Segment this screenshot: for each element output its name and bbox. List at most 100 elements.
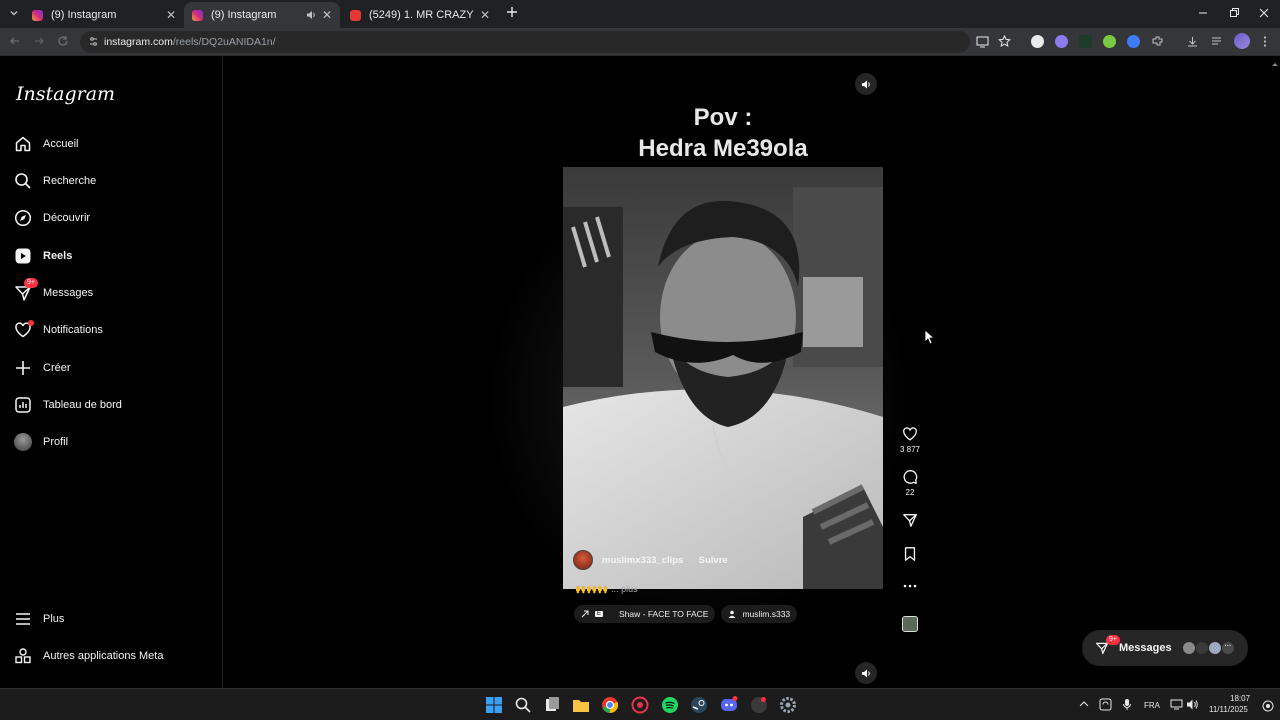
nav-item-reels[interactable]: Reels xyxy=(14,242,209,270)
tab-search-icon[interactable] xyxy=(8,7,20,19)
clock-date[interactable]: 11/11/2025 xyxy=(1209,705,1248,714)
save-action[interactable] xyxy=(897,546,923,562)
browser-tab-3[interactable]: (5249) 1. MR CRAZY - COMBAT ✕ xyxy=(342,2,498,28)
back-icon[interactable] xyxy=(8,34,22,48)
download-icon[interactable] xyxy=(1186,35,1199,48)
extension-icon[interactable] xyxy=(1055,35,1068,48)
messages-badge: 9+ xyxy=(1106,635,1120,645)
nav-item-profil[interactable]: Profil xyxy=(14,428,209,456)
new-tab-icon[interactable] xyxy=(505,5,519,19)
mute-toggle-bottom[interactable] xyxy=(855,662,877,684)
scroll-up-icon[interactable] xyxy=(1270,60,1280,68)
extension-icon[interactable] xyxy=(1103,35,1116,48)
nav-label: Découvrir xyxy=(43,212,91,224)
messages-floating-button[interactable]: 9+ Messages ··· xyxy=(1082,630,1248,666)
reel-video[interactable] xyxy=(563,167,883,589)
browser-tab-1[interactable]: (9) Instagram ✕ xyxy=(24,2,184,28)
audio-label: Shaw - FACE TO FACE xyxy=(619,609,709,619)
tab-close-icon[interactable]: ✕ xyxy=(480,8,490,22)
address-bar[interactable]: instagram.com/reels/DQ2uANIDA1n/ xyxy=(80,31,1011,53)
more-menu-icon[interactable] xyxy=(1262,35,1268,48)
steam-icon[interactable] xyxy=(690,696,708,714)
tab-close-icon[interactable]: ✕ xyxy=(166,8,176,22)
file-explorer-icon[interactable] xyxy=(572,696,590,714)
profile-avatar[interactable] xyxy=(1234,33,1250,49)
nav-item-plus[interactable]: Plus xyxy=(14,605,209,633)
extension-icon[interactable] xyxy=(1127,35,1140,48)
close-window-icon[interactable] xyxy=(1257,6,1271,20)
nav-item-tableau-de-bord[interactable]: Tableau de bord xyxy=(14,391,209,419)
sync-icon[interactable] xyxy=(1099,698,1112,711)
site-info-icon[interactable] xyxy=(88,36,99,47)
reel-audio-row: E Shaw - FACE TO FACE muslim.s333 xyxy=(574,605,798,623)
nav-label: Messages xyxy=(43,287,94,299)
menu-icon xyxy=(16,613,30,625)
browser-toolbar: instagram.com/reels/DQ2uANIDA1n/ xyxy=(0,28,1280,56)
avatar[interactable] xyxy=(573,550,593,570)
comment-icon[interactable] xyxy=(902,469,918,485)
share-action[interactable] xyxy=(897,512,923,528)
reload-icon[interactable] xyxy=(56,34,70,48)
volume-icon[interactable] xyxy=(1186,698,1199,711)
instagram-logo[interactable]: Instagram xyxy=(16,83,115,105)
audio-chip[interactable]: E Shaw - FACE TO FACE xyxy=(574,605,716,623)
nav-item-decouvrir[interactable]: Découvrir xyxy=(14,204,209,232)
app-icon[interactable] xyxy=(750,696,768,714)
discord-icon[interactable] xyxy=(720,696,738,714)
more-action[interactable] xyxy=(897,583,923,589)
extension-icon[interactable] xyxy=(1079,35,1092,48)
nav-item-notifications[interactable]: Notifications xyxy=(14,316,209,344)
notification-dot xyxy=(28,320,34,326)
network-icon[interactable] xyxy=(1170,698,1183,711)
nav-item-autres-applications-meta[interactable]: Autres applications Meta xyxy=(14,642,209,670)
tray-overflow-icon[interactable] xyxy=(1079,700,1089,708)
nav-label: Plus xyxy=(43,613,65,625)
like-action[interactable]: 3 877 xyxy=(897,426,923,454)
extension-icon[interactable] xyxy=(1031,35,1044,48)
plus-icon xyxy=(16,361,30,375)
forward-icon[interactable] xyxy=(32,34,46,48)
nav-item-creer[interactable]: Créer xyxy=(14,354,209,382)
tab-close-icon[interactable]: ✕ xyxy=(322,8,332,22)
nav-item-recherche[interactable]: Recherche xyxy=(14,167,209,195)
nav-item-messages[interactable]: 9+ Messages xyxy=(14,278,209,307)
more-icon[interactable] xyxy=(902,583,918,589)
extensions-puzzle-icon[interactable] xyxy=(1151,35,1164,48)
minimize-icon[interactable] xyxy=(1196,6,1210,20)
mute-toggle-top[interactable] xyxy=(855,73,877,95)
nav-label: Reels xyxy=(43,250,73,262)
audio-thumbnail[interactable] xyxy=(897,616,923,632)
search-icon[interactable] xyxy=(514,696,532,714)
follow-button[interactable]: Suivre xyxy=(699,555,728,566)
reel-username[interactable]: muslimx333_clips xyxy=(602,555,683,566)
video-frame-image xyxy=(563,167,883,589)
share-icon[interactable] xyxy=(902,512,918,528)
bookmark-icon[interactable] xyxy=(902,546,918,562)
task-view-icon[interactable] xyxy=(543,696,561,714)
heart-icon[interactable] xyxy=(902,426,918,442)
input-language[interactable]: FRA xyxy=(1144,701,1160,710)
microphone-icon[interactable] xyxy=(1122,698,1132,711)
install-app-icon[interactable] xyxy=(976,36,989,48)
tab-audio-icon[interactable] xyxy=(306,10,316,20)
notification-center-icon[interactable] xyxy=(1262,700,1274,712)
nav-item-accueil[interactable]: Accueil xyxy=(14,130,209,158)
opera-gx-icon[interactable] xyxy=(631,696,649,714)
comment-action[interactable]: 22 xyxy=(897,469,923,497)
windows-start-icon[interactable] xyxy=(485,696,503,714)
spotify-icon[interactable] xyxy=(661,696,679,714)
avatar xyxy=(1208,641,1222,655)
browser-tab-2[interactable]: (9) Instagram ✕ xyxy=(184,2,340,28)
page-scrollbar[interactable] xyxy=(1270,57,1280,688)
bookmark-star-icon[interactable] xyxy=(998,35,1011,48)
caption-more-link[interactable]: ... plus xyxy=(611,584,638,594)
reading-list-icon[interactable] xyxy=(1210,35,1223,48)
reel-caption[interactable]: 🙌🙌🙌 ... plus xyxy=(575,584,638,595)
chrome-icon[interactable] xyxy=(601,696,619,714)
url-text: instagram.com/reels/DQ2uANIDA1n/ xyxy=(104,36,276,48)
tagged-user-chip[interactable]: muslim.s333 xyxy=(721,605,798,623)
restore-icon[interactable] xyxy=(1227,6,1241,20)
youtube-favicon-icon xyxy=(350,9,361,21)
clock-time[interactable]: 18:07 xyxy=(1230,694,1250,703)
settings-gear-icon[interactable] xyxy=(779,696,797,714)
